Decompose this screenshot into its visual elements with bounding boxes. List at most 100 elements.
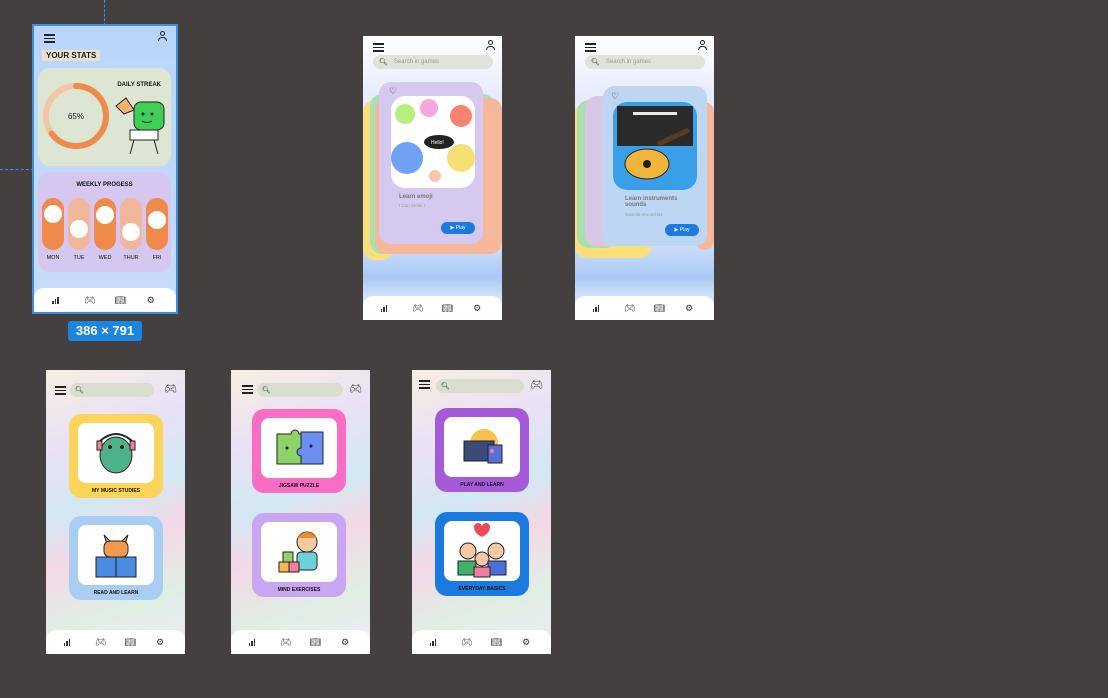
emoji-illustration: Hello!: [391, 96, 475, 188]
search-input[interactable]: 🔍︎ Search in games: [585, 55, 705, 69]
category-screen-3[interactable]: 🔍︎ 🎮︎ PLAY AND LEARN EVERYDAY BASICS 🎮︎ …: [412, 370, 551, 654]
play-button[interactable]: ▶ Play: [441, 222, 475, 234]
menu-icon[interactable]: [44, 34, 55, 43]
progress-pill-wed: [94, 198, 116, 250]
book-icon[interactable]: 📖︎: [123, 637, 137, 648]
category-screen-2[interactable]: 🔍︎ 🎮︎ JIGSAW PUZZLE MIND EXERCISES 🎮︎ 📖︎…: [231, 370, 370, 654]
fox-reading-icon: [95, 534, 137, 578]
tile-jigsaw-puzzle[interactable]: JIGSAW PUZZLE: [252, 409, 346, 493]
tile-label: MY MUSIC STUDIES: [92, 488, 140, 494]
search-icon: 🔍︎: [441, 383, 450, 390]
puzzle-pieces-icon: [276, 429, 324, 465]
tile-label: MIND EXERCISES: [277, 587, 321, 593]
game-title: Learn emoji: [399, 194, 433, 200]
day-label: TUE: [73, 255, 85, 261]
search-input[interactable]: 🔍︎ Search in games: [373, 55, 493, 69]
family-heart-icon: [457, 523, 507, 578]
menu-icon[interactable]: [585, 43, 596, 52]
category-screen-1[interactable]: 🔍︎ 🎮︎ MY MUSIC STUDIES READ AND LEARN 🎮︎…: [46, 370, 185, 654]
chart-icon[interactable]: [380, 304, 395, 312]
game-console-icon: [463, 429, 503, 464]
menu-icon[interactable]: [55, 386, 66, 395]
tile-label: READ AND LEARN: [93, 590, 139, 596]
menu-icon[interactable]: [419, 380, 430, 389]
streak-percent: 65%: [67, 112, 84, 121]
tile-label: PLAY AND LEARN: [460, 482, 504, 488]
progress-pill-thur: [120, 198, 142, 250]
search-icon: 🔍︎: [262, 387, 271, 394]
book-icon[interactable]: 📖︎: [652, 303, 666, 314]
gamepad-icon[interactable]: 🎮︎: [411, 303, 425, 314]
day-label: THUR: [123, 255, 139, 261]
daily-streak-card[interactable]: 65% DAILY STREAK: [38, 68, 171, 166]
menu-icon[interactable]: [373, 43, 384, 52]
chart-icon[interactable]: [63, 638, 78, 646]
day-label: FRI: [152, 255, 162, 261]
stats-screen-frame[interactable]: YOUR STATS 65% DAILY STREAK WEEKLY PROGE…: [32, 24, 178, 314]
search-icon: 🔍︎: [379, 59, 388, 66]
play-button[interactable]: ▶ Play: [665, 224, 699, 236]
tile-mind-exercises[interactable]: MIND EXERCISES: [252, 513, 346, 597]
svg-text:Hello!: Hello!: [431, 140, 444, 146]
search-icon: 🔍︎: [75, 387, 84, 394]
game-card-emoji[interactable]: ♡ Hello! Learn emoji I Can Smile ! ▶ Pla…: [379, 82, 483, 244]
progress-knob: [148, 210, 166, 229]
child-blocks-icon: [278, 531, 318, 573]
gamepad-icon[interactable]: 🎮︎: [349, 384, 362, 395]
gamepad-icon[interactable]: 🎮︎: [460, 637, 474, 648]
tile-music-studies[interactable]: MY MUSIC STUDIES: [69, 414, 163, 498]
settings-icon[interactable]: ⚙: [144, 295, 158, 306]
bottom-nav: 🎮︎ 📖︎ ⚙: [34, 288, 176, 312]
search-placeholder: Search in games: [605, 59, 651, 65]
favorite-heart-icon[interactable]: ♡: [611, 91, 619, 102]
bottom-nav: 🎮︎ 📖︎ ⚙: [412, 630, 551, 654]
bottom-nav: 🎮︎ 📖︎ ⚙: [231, 630, 370, 654]
tile-read-and-learn[interactable]: READ AND LEARN: [69, 516, 163, 600]
tile-label: EVERYDAY BASICS: [458, 586, 506, 592]
progress-knob: [44, 204, 62, 223]
search-input[interactable]: 🔍︎: [70, 383, 154, 397]
gamepad-icon[interactable]: 🎮︎: [83, 295, 97, 306]
game-screen-emoji[interactable]: 🔍︎ Search in games ♡ Hello! Learn emoji …: [363, 36, 502, 320]
book-icon[interactable]: 📖︎: [308, 637, 322, 648]
game-card-instruments[interactable]: ♡ Learn instruments sounds Sounds Around…: [603, 86, 707, 246]
progress-pill-fri: [146, 198, 168, 250]
progress-knob: [122, 222, 140, 241]
settings-icon[interactable]: ⚙: [470, 303, 484, 314]
chart-icon[interactable]: [52, 296, 66, 304]
gamepad-icon[interactable]: 🎮︎: [94, 637, 108, 648]
settings-icon[interactable]: ⚙: [153, 637, 167, 648]
progress-knob: [70, 219, 88, 238]
book-icon[interactable]: 📖︎: [113, 295, 127, 306]
vertical-guide: [104, 0, 105, 26]
gamepad-icon[interactable]: 🎮︎: [279, 637, 293, 648]
menu-icon[interactable]: [242, 385, 253, 394]
settings-icon[interactable]: ⚙: [338, 637, 352, 648]
daily-streak-label: DAILY STREAK: [117, 82, 161, 88]
search-input[interactable]: 🔍︎: [436, 379, 524, 393]
weekly-progress-card[interactable]: WEEKLY PROGESS MON TUE WED THUR FRI: [38, 172, 171, 272]
character-illustration: [115, 97, 165, 155]
settings-icon[interactable]: ⚙: [519, 637, 533, 648]
page-title: YOUR STATS: [42, 50, 101, 61]
day-label: MON: [46, 255, 60, 261]
chart-icon[interactable]: [592, 304, 607, 312]
game-screen-instruments[interactable]: 🔍︎ Search in games ♡ Learn instruments s…: [575, 36, 714, 320]
gamepad-icon[interactable]: 🎮︎: [530, 380, 543, 391]
tile-play-and-learn[interactable]: PLAY AND LEARN: [435, 408, 529, 492]
gamepad-icon[interactable]: 🎮︎: [164, 384, 177, 395]
user-icon[interactable]: [485, 40, 496, 51]
search-input[interactable]: 🔍︎: [257, 383, 343, 397]
settings-icon[interactable]: ⚙: [682, 303, 696, 314]
gamepad-icon[interactable]: 🎮︎: [623, 303, 637, 314]
chart-icon[interactable]: [429, 638, 444, 646]
selection-size-badge: 386 × 791: [68, 321, 142, 341]
book-icon[interactable]: 📖︎: [489, 637, 503, 648]
tile-everyday-basics[interactable]: EVERYDAY BASICS: [435, 512, 529, 596]
dinosaur-headphones-icon: [96, 433, 136, 474]
chart-icon[interactable]: [248, 638, 263, 646]
book-icon[interactable]: 📖︎: [440, 303, 454, 314]
user-icon[interactable]: [157, 31, 168, 42]
horizontal-guide: [0, 169, 34, 170]
user-icon[interactable]: [697, 40, 708, 51]
